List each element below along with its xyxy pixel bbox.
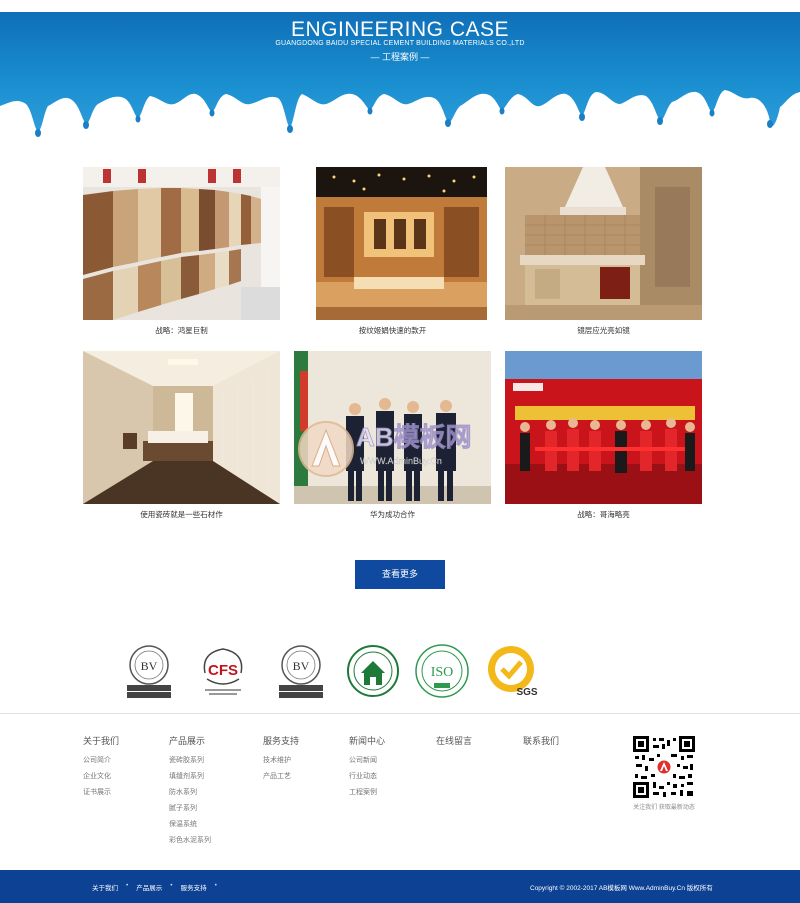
case-item[interactable]: 战略：哥海略亮 bbox=[505, 351, 702, 520]
case-caption[interactable]: 按纹姬娟快速的款开 bbox=[294, 325, 491, 336]
svg-text:ISO: ISO bbox=[431, 665, 454, 680]
footer-link[interactable]: 公司新闻 bbox=[349, 753, 385, 769]
bottom-nav-link[interactable]: 关于我们 bbox=[92, 882, 118, 892]
cfs-badge: CFS bbox=[203, 648, 243, 695]
bottom-nav-separator: • bbox=[126, 882, 129, 889]
footer-link[interactable]: 技术维护 bbox=[263, 753, 299, 769]
banner-chinese-title: — 工程案例 — bbox=[370, 52, 430, 62]
footer-link[interactable]: 公司简介 bbox=[83, 753, 119, 769]
copyright-text: Copyright © 2002-2017 AB模板网 Www.AdminBuy… bbox=[530, 885, 713, 892]
svg-text:BV: BV bbox=[293, 659, 310, 673]
footer-link[interactable]: 保温系统 bbox=[169, 817, 211, 833]
case-item[interactable]: 战略：鸿星巨制 bbox=[83, 167, 280, 336]
view-more-button[interactable]: 查看更多 bbox=[355, 560, 445, 589]
bottom-nav: 关于我们 • 产品展示 • 服务支持 • bbox=[92, 882, 217, 892]
bottom-bar: 关于我们 • 产品展示 • 服务支持 • Copyright © 2002-20… bbox=[0, 870, 800, 903]
footer-link[interactable]: 工程案例 bbox=[349, 785, 385, 801]
svg-text:CFS: CFS bbox=[208, 662, 238, 679]
footer-link[interactable]: 彩色水泥系列 bbox=[169, 833, 211, 849]
bottom-nav-separator: • bbox=[170, 882, 173, 889]
svg-text:BV: BV bbox=[141, 659, 158, 673]
footer-column-products: 产品展示 瓷砖胶系列 填缝剂系列 防水系列 腻子系列 保温系统 彩色水泥系列 bbox=[169, 734, 211, 849]
footer-heading[interactable]: 产品展示 bbox=[169, 734, 211, 747]
footer-heading[interactable]: 新闻中心 bbox=[349, 734, 385, 747]
case-image-kitchen-tiles[interactable] bbox=[505, 167, 702, 320]
case-caption[interactable]: 华为成功合作 bbox=[294, 509, 491, 520]
sgs-badge: SGS bbox=[488, 646, 538, 698]
case-image-tile-showroom[interactable] bbox=[83, 167, 280, 320]
watermark-text: AB模板网 bbox=[356, 422, 472, 452]
green-building-badge bbox=[347, 645, 399, 697]
watermark-url: WWW.AdminBuy.Cn bbox=[360, 456, 442, 466]
bureau-veritas-badge: BV bbox=[279, 645, 323, 698]
bureau-veritas-badge: BV bbox=[127, 645, 171, 698]
footer-divider bbox=[0, 713, 800, 714]
case-item[interactable]: 按纹姬娟快速的款开 bbox=[294, 167, 491, 336]
iso-badge: ISO bbox=[415, 644, 469, 698]
footer-column-news: 新闻中心 公司新闻 行业动态 工程案例 bbox=[349, 734, 385, 801]
footer-heading[interactable]: 联系我们 bbox=[523, 734, 559, 747]
case-caption[interactable]: 战略：哥海略亮 bbox=[505, 509, 702, 520]
bottom-nav-link[interactable]: 产品展示 bbox=[136, 882, 162, 892]
bottom-nav-separator: • bbox=[214, 882, 217, 889]
footer-link[interactable]: 产品工艺 bbox=[263, 769, 299, 785]
footer-heading[interactable]: 关于我们 bbox=[83, 734, 119, 747]
footer-column-service: 服务支持 技术维护 产品工艺 bbox=[263, 734, 299, 785]
case-image-opening-ceremony[interactable] bbox=[505, 351, 702, 504]
banner-subtitle: GUANGDONG BAIDU SPECIAL CEMENT BUILDING … bbox=[275, 40, 525, 47]
case-caption[interactable]: 战略：鸿星巨制 bbox=[83, 325, 280, 336]
footer-heading[interactable]: 服务支持 bbox=[263, 734, 299, 747]
footer-column-message: 在线留言 bbox=[436, 734, 472, 753]
footer-link[interactable]: 瓷砖胶系列 bbox=[169, 753, 211, 769]
footer-link[interactable]: 填缝剂系列 bbox=[169, 769, 211, 785]
footer-column-about: 关于我们 公司简介 企业文化 证书展示 bbox=[83, 734, 119, 801]
case-item[interactable]: 镜层应光亮如镜 bbox=[505, 167, 702, 336]
footer-heading[interactable]: 在线留言 bbox=[436, 734, 472, 747]
case-caption[interactable]: 使用瓷砖就是一些石材作 bbox=[83, 509, 280, 520]
svg-text:SGS: SGS bbox=[516, 687, 537, 698]
case-caption[interactable]: 镜层应光亮如镜 bbox=[505, 325, 702, 336]
footer-link[interactable]: 企业文化 bbox=[83, 769, 119, 785]
qr-code bbox=[633, 736, 695, 798]
header-banner: ENGINEERING CASE GUANGDONG BAIDU SPECIAL… bbox=[0, 12, 800, 140]
watermark-logo: AB模板网 WWW.AdminBuy.Cn bbox=[298, 421, 472, 477]
qr-caption: 关注我们 获取最新动态 bbox=[633, 805, 695, 811]
case-item[interactable]: 使用瓷砖就是一些石材作 bbox=[83, 351, 280, 520]
bottom-nav-link[interactable]: 服务支持 bbox=[181, 882, 207, 892]
footer-link[interactable]: 腻子系列 bbox=[169, 801, 211, 817]
banner-title: ENGINEERING CASE bbox=[290, 18, 510, 41]
case-image-bedroom-corridor[interactable] bbox=[83, 351, 280, 504]
case-image-store-interior[interactable] bbox=[294, 167, 491, 320]
footer-link[interactable]: 证书展示 bbox=[83, 785, 119, 801]
footer-column-contact: 联系我们 bbox=[523, 734, 559, 753]
footer-link[interactable]: 防水系列 bbox=[169, 785, 211, 801]
footer-link[interactable]: 行业动态 bbox=[349, 769, 385, 785]
